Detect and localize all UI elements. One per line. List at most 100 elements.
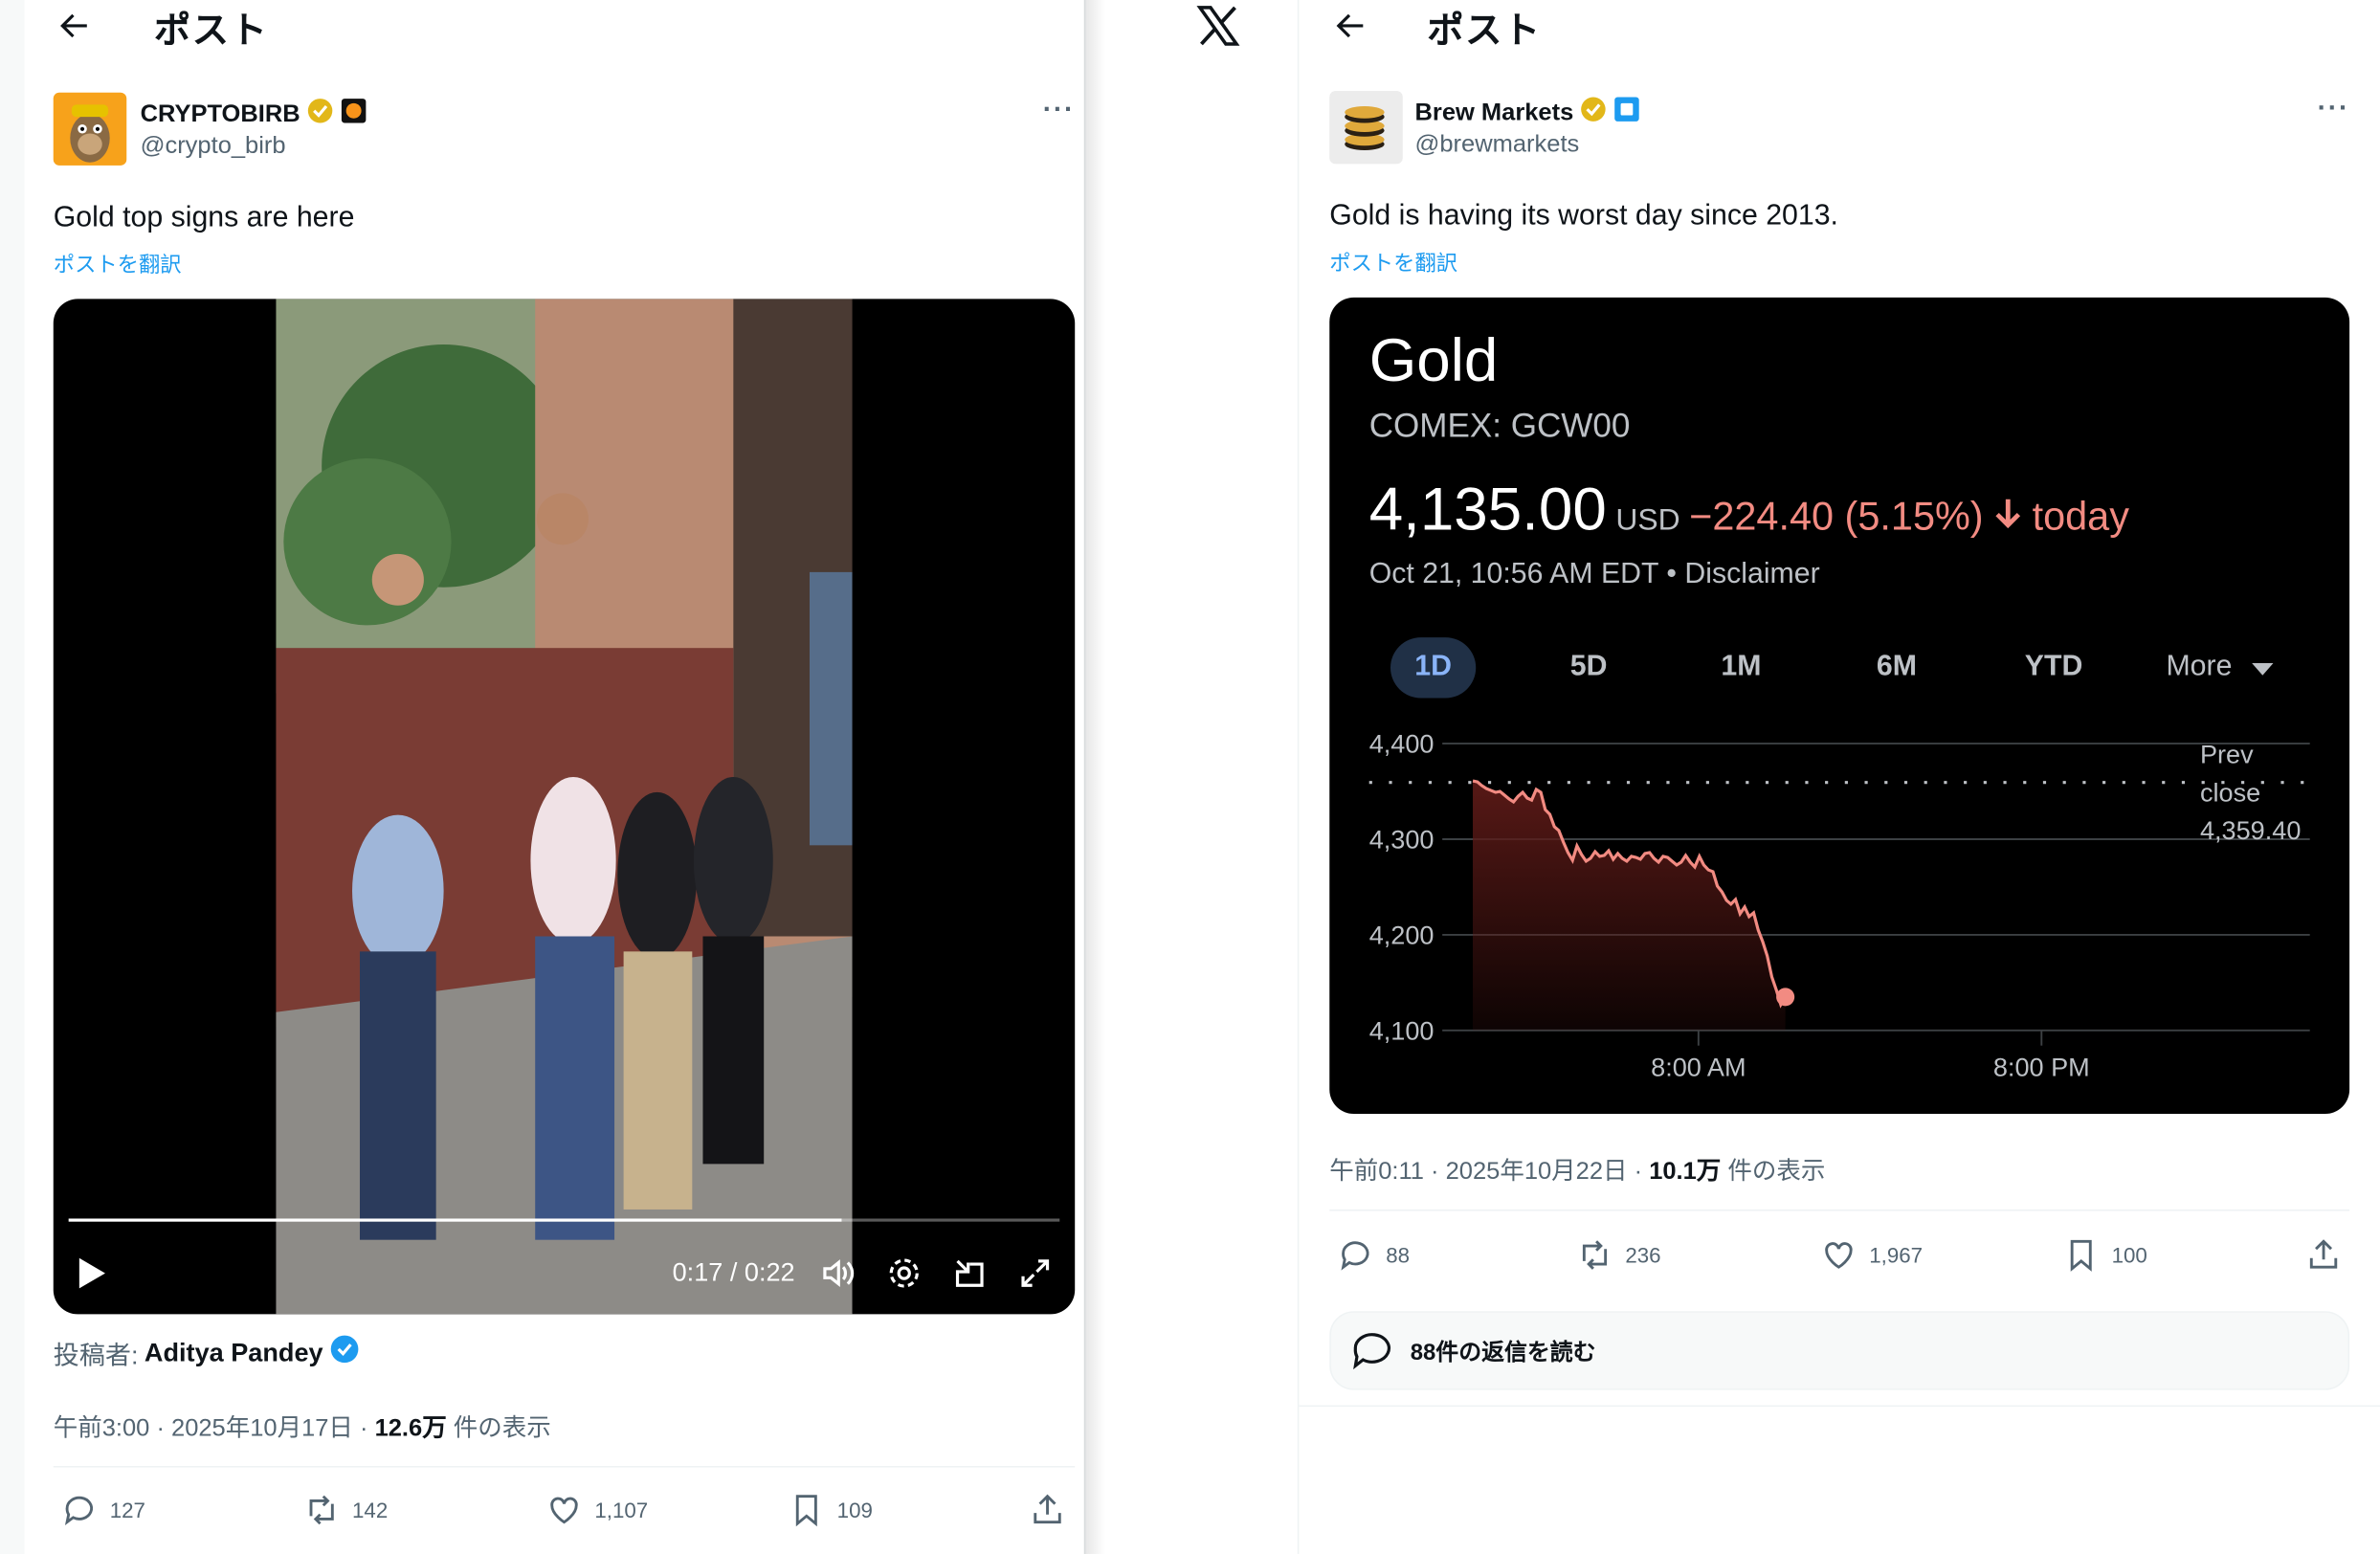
post-timestamp[interactable]: 午前3:00 · 2025年10月17日 · — [54, 1416, 375, 1442]
reply-button[interactable]: 127 — [61, 1492, 145, 1528]
more-options-icon[interactable]: ··· — [1043, 94, 1075, 125]
quote-price-row: 4,135.00 USD −224.40 (5.15%) today — [1369, 477, 2129, 544]
affiliate-badge-icon[interactable] — [1613, 96, 1641, 130]
verified-blue-badge-icon — [329, 1334, 360, 1372]
author-handle[interactable]: @crypto_birb — [141, 134, 286, 162]
back-arrow-icon[interactable] — [1329, 5, 1372, 47]
like-button[interactable]: 1,107 — [545, 1492, 648, 1528]
prev-close-label: 4,359.40 — [2200, 816, 2301, 845]
range-tab-6m[interactable]: 6M — [1854, 637, 1939, 698]
view-count: 12.6万 — [374, 1415, 447, 1442]
author-display-name[interactable]: CRYPTOBIRB — [141, 100, 300, 128]
quote-change: −224.40 (5.15%) — [1689, 493, 1984, 539]
author-display-name[interactable]: Brew Markets — [1414, 100, 1573, 127]
range-tab-5d[interactable]: 5D — [1546, 637, 1632, 698]
heart-icon — [1825, 1242, 1853, 1269]
divider — [1299, 1405, 2380, 1408]
post-timestamp[interactable]: 午前0:11 · 2025年10月22日 · — [1329, 1160, 1649, 1186]
speech-bubble-icon — [1353, 1333, 1390, 1370]
quote-change-suffix: today — [2032, 493, 2129, 539]
bookmark-count: 109 — [836, 1498, 873, 1522]
y-tick-label: 4,100 — [1369, 1016, 1435, 1045]
reply-button[interactable]: 88 — [1337, 1237, 1410, 1274]
range-tab-1d[interactable]: 1D — [1390, 637, 1477, 699]
center-gutter — [1083, 0, 1298, 1554]
translate-post-link[interactable]: ポストを翻訳 — [1329, 248, 1457, 278]
left-post-column: ポスト CRYPTOBIRB @crypto_birb ··· Gold top — [24, 0, 1084, 1554]
more-options-icon[interactable]: ··· — [2318, 93, 2349, 124]
left-margin — [0, 0, 25, 1554]
video-player[interactable]: 0:17 / 0:22 — [53, 299, 1076, 1315]
fullscreen-icon[interactable] — [1017, 1255, 1054, 1292]
avatar[interactable] — [53, 92, 127, 166]
divider — [53, 1465, 1076, 1468]
quote-price: 4,135.00 — [1368, 476, 1607, 544]
view-count: 10.1万 — [1649, 1159, 1722, 1186]
read-replies-button[interactable]: 88件の返信を読む — [1329, 1311, 2350, 1390]
view-count-suffix: 件の表示 — [1721, 1159, 1826, 1186]
reply-icon — [1341, 1241, 1369, 1271]
range-tab-more-label: More — [2166, 651, 2233, 683]
repost-count: 142 — [352, 1498, 389, 1522]
prev-close-label: close — [2200, 778, 2260, 807]
affiliate-badge-icon[interactable] — [340, 97, 367, 131]
left-post-header: ポスト — [54, 0, 269, 52]
post-metadata: 午前3:00 · 2025年10月17日 · 12.6万 件の表示 — [54, 1407, 551, 1443]
back-arrow-icon[interactable] — [54, 5, 97, 47]
divider — [1329, 1209, 2350, 1211]
range-tab-ytd[interactable]: YTD — [2007, 637, 2102, 698]
translate-post-link[interactable]: ポストを翻訳 — [54, 249, 182, 279]
y-tick-label: 4,400 — [1369, 730, 1435, 759]
author-name-row: CRYPTOBIRB — [141, 97, 367, 131]
repost-button[interactable]: 142 — [303, 1492, 388, 1528]
quote-ticker: COMEX: GCW00 — [1368, 407, 1631, 445]
view-count-suffix: 件の表示 — [446, 1415, 551, 1442]
settings-gear-icon[interactable] — [886, 1255, 923, 1292]
bookmark-button[interactable]: 109 — [789, 1492, 873, 1528]
video-frame — [276, 299, 853, 1315]
share-button[interactable] — [1029, 1492, 1065, 1528]
page-title: ポスト — [1427, 10, 1542, 52]
quote-currency: USD — [1615, 503, 1680, 538]
share-button[interactable] — [2305, 1237, 2342, 1274]
current-price-dot — [1776, 988, 1795, 1007]
like-button[interactable]: 1,967 — [1820, 1237, 1923, 1274]
avatar[interactable] — [1329, 91, 1403, 165]
panel-shadow — [1083, 0, 1106, 1554]
reply-count: 127 — [109, 1498, 145, 1522]
prev-close-label: Prev — [2200, 741, 2254, 769]
repost-icon — [1582, 1240, 1608, 1270]
reply-icon — [64, 1496, 94, 1526]
play-icon[interactable] — [75, 1255, 108, 1299]
x-tick-label: 8:00 PM — [1993, 1053, 2090, 1081]
repost-count: 236 — [1625, 1242, 1661, 1268]
video-time: 0:17 / 0:22 — [672, 1257, 795, 1287]
bookmark-button[interactable]: 100 — [2063, 1237, 2147, 1274]
video-poster-credit: 投稿者: Aditya Pandey — [54, 1334, 360, 1372]
heart-icon — [550, 1497, 578, 1524]
quote-title: Gold — [1368, 327, 1499, 395]
like-count: 1,107 — [594, 1498, 649, 1522]
page-title: ポスト — [153, 10, 269, 52]
right-post-header: ポスト — [1329, 0, 1541, 52]
video-progress-fill — [68, 1218, 842, 1222]
x-logo-icon[interactable] — [1195, 3, 1241, 49]
right-post-column: ポスト Brew Markets @brewmarkets ··· Gold i… — [1297, 0, 2380, 1554]
tweet-text: Gold is having its worst day since 2013. — [1329, 200, 1838, 233]
picture-in-picture-icon[interactable] — [951, 1255, 988, 1292]
y-tick-label: 4,300 — [1369, 826, 1435, 855]
author-handle[interactable]: @brewmarkets — [1414, 132, 1579, 160]
volume-icon[interactable] — [820, 1255, 856, 1292]
poster-name[interactable]: Aditya Pandey — [145, 1338, 323, 1368]
repost-button[interactable]: 236 — [1576, 1237, 1661, 1274]
bookmark-icon — [2070, 1239, 2092, 1272]
author-name-row: Brew Markets — [1414, 96, 1640, 130]
like-count: 1,967 — [1869, 1242, 1924, 1268]
range-tab-more[interactable]: More — [2146, 637, 2293, 698]
y-tick-label: 4,200 — [1369, 921, 1435, 949]
repost-icon — [309, 1495, 334, 1525]
range-tab-1m[interactable]: 1M — [1699, 637, 1784, 698]
x-tick-label: 8:00 AM — [1651, 1053, 1746, 1081]
gold-quote-card[interactable]: Gold COMEX: GCW00 4,135.00 USD −224.40 (… — [1329, 297, 2350, 1115]
price-chart[interactable]: 4,400 4,300 4,200 4,100 Prev close 4,359.40 8:0… — [1329, 707, 2349, 1114]
